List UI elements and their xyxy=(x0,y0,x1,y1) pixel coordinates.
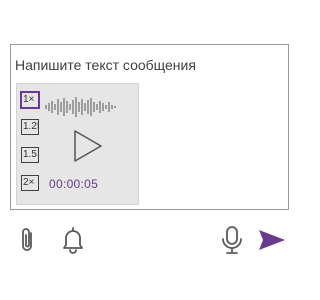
paperclip-icon[interactable] xyxy=(18,226,38,254)
speed-2x-button[interactable]: 2× xyxy=(21,175,39,191)
microphone-icon[interactable] xyxy=(220,225,244,255)
send-icon[interactable] xyxy=(258,229,286,251)
speed-1x-button[interactable]: 1× xyxy=(20,91,40,109)
message-composer: 1× 1.25 1.5× 2× xyxy=(10,44,289,210)
message-input[interactable] xyxy=(15,54,275,76)
voice-duration: 00:00:05 xyxy=(49,177,99,191)
play-button[interactable] xyxy=(69,128,105,164)
speed-1-25x-button[interactable]: 1.25 xyxy=(21,119,39,135)
waveform-icon xyxy=(45,97,116,117)
speed-1-5x-button[interactable]: 1.5× xyxy=(21,147,39,163)
voice-message-player: 1× 1.25 1.5× 2× xyxy=(16,83,139,205)
bell-icon[interactable] xyxy=(60,226,86,254)
